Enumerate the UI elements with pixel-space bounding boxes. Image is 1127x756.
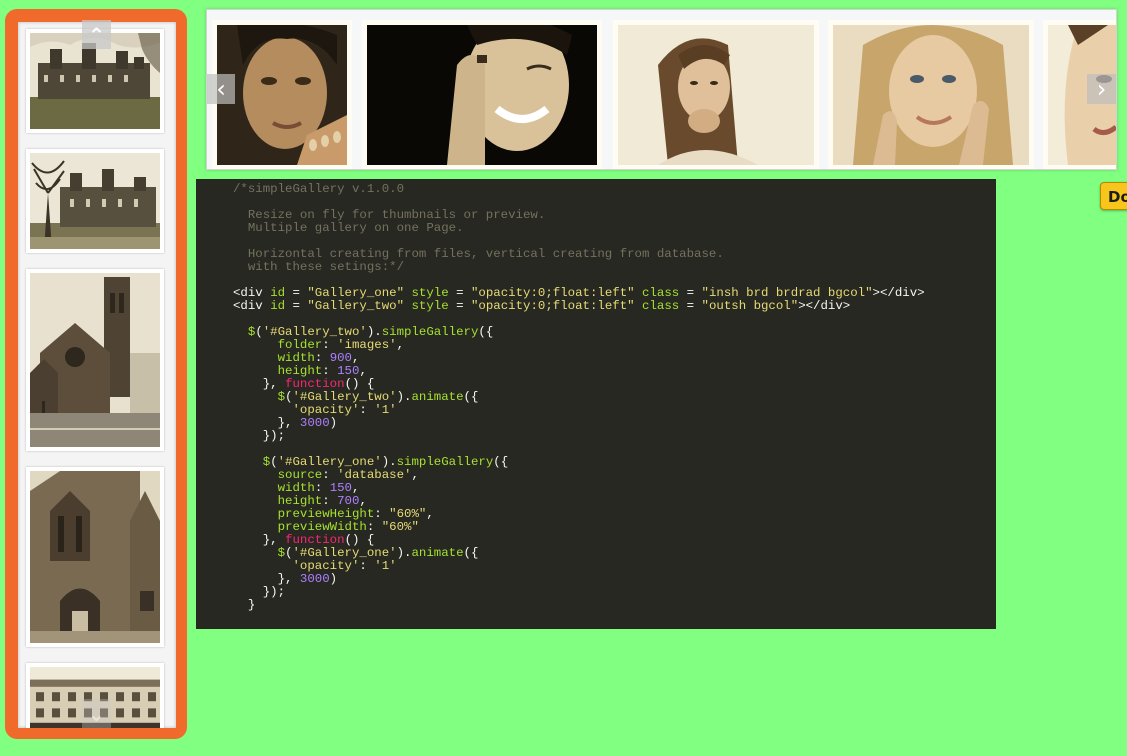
thumbnail-castle-trees[interactable] xyxy=(26,149,164,253)
code-line: }); xyxy=(233,585,286,599)
code-line: height: 700, xyxy=(277,494,367,508)
code-line: } xyxy=(233,598,256,612)
code-line: 'opacity': '1' xyxy=(292,403,397,417)
thumbnail-portrait-4[interactable] xyxy=(828,20,1034,169)
code-line: $('#Gallery_one').animate({ xyxy=(277,546,479,560)
gallery-one: ⌃ ⌄ xyxy=(5,9,187,739)
code-line: with these setings:*/ xyxy=(233,260,405,274)
code-text: /*simpleGallery v.1.0.0 Resize on fly fo… xyxy=(196,179,996,612)
thumbnail-stone-church[interactable] xyxy=(26,467,164,647)
code-line: }, 3000) xyxy=(233,572,338,586)
code-line: $('#Gallery_one').simpleGallery({ xyxy=(262,455,509,469)
gallery-two-prev-button[interactable]: ‹ xyxy=(207,74,235,104)
code-line: <div id = "Gallery_one" style = "opacity… xyxy=(233,286,925,300)
docs-button[interactable]: Do xyxy=(1100,182,1127,210)
code-line: <div id = "Gallery_two" style = "opacity… xyxy=(233,299,851,313)
code-line: width: 150, xyxy=(277,481,360,495)
code-line: /*simpleGallery v.1.0.0 xyxy=(233,182,405,196)
code-line: Multiple gallery on one Page. xyxy=(233,221,464,235)
stone-church-photo xyxy=(30,471,160,643)
portrait-4-photo xyxy=(833,25,1029,165)
portrait-2-photo xyxy=(367,25,597,165)
code-line: previewHeight: "60%", xyxy=(277,507,434,521)
code-line: $('#Gallery_two').simpleGallery({ xyxy=(247,325,494,339)
code-block: /*simpleGallery v.1.0.0 Resize on fly fo… xyxy=(196,179,996,629)
code-line: }, 3000) xyxy=(233,416,338,430)
church-tower-photo xyxy=(30,273,160,447)
code-line: width: 900, xyxy=(277,351,360,365)
thumbnail-portrait-3[interactable] xyxy=(613,20,819,169)
code-line: }); xyxy=(233,429,286,443)
code-line: previewWidth: "60%" xyxy=(277,520,419,534)
castle-trees-photo xyxy=(30,153,160,249)
code-line: 'opacity': '1' xyxy=(292,559,397,573)
gallery-one-viewport xyxy=(18,22,176,728)
code-line: }, function() { xyxy=(233,377,375,391)
chevron-left-icon: ‹ xyxy=(216,75,226,103)
gallery-one-up-button[interactable]: ⌃ xyxy=(82,20,111,49)
code-line: Horizontal creating from files, vertical… xyxy=(233,247,724,261)
gallery-one-down-button[interactable]: ⌄ xyxy=(82,699,111,728)
thumbnail-church-tower[interactable] xyxy=(26,269,164,451)
gallery-two: ‹ › xyxy=(206,9,1117,170)
portrait-3-photo xyxy=(618,25,814,165)
code-line: height: 150, xyxy=(277,364,367,378)
gallery-two-next-button[interactable]: › xyxy=(1087,74,1116,104)
thumbnail-portrait-2[interactable] xyxy=(362,20,602,169)
code-line: source: 'database', xyxy=(277,468,419,482)
code-line: folder: 'images', xyxy=(277,338,405,352)
code-line: Resize on fly for thumbnails or preview. xyxy=(233,208,546,222)
code-line: $('#Gallery_two').animate({ xyxy=(277,390,479,404)
portrait-1-photo xyxy=(217,25,347,165)
chevron-up-icon: ⌃ xyxy=(88,22,105,47)
code-line: }, function() { xyxy=(233,533,375,547)
chevron-down-icon: ⌄ xyxy=(88,701,105,726)
chevron-right-icon: › xyxy=(1096,75,1107,103)
